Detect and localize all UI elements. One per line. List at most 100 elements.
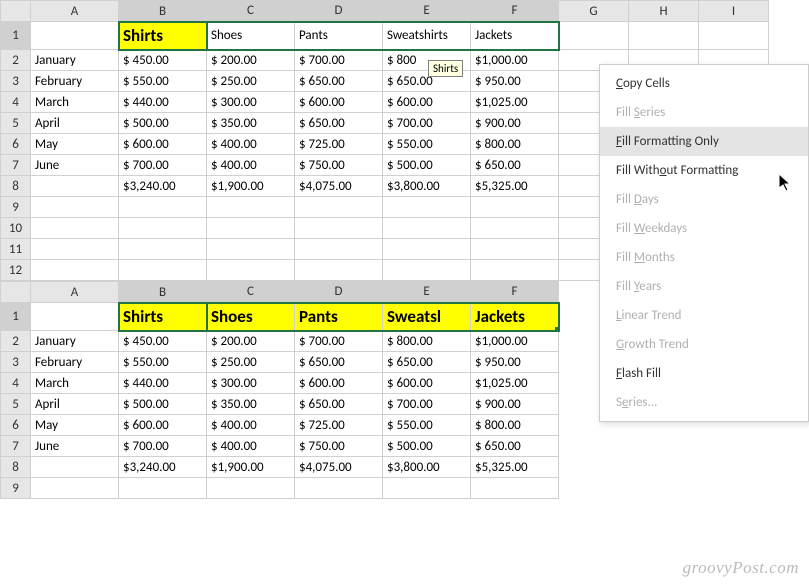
cell[interactable]: $ 550.00 [383,134,471,155]
row-header-9[interactable]: 9 [1,197,31,218]
select-all-corner[interactable] [1,282,31,303]
cell[interactable]: $ 600.00 [383,373,471,394]
cell[interactable] [31,22,119,50]
fill-handle[interactable] [555,327,559,331]
cell-month[interactable]: April [31,113,119,134]
cell-header-jackets[interactable]: Jackets [471,303,559,331]
cell[interactable]: $ 650.00 [295,394,383,415]
cell[interactable]: $ 400.00 [207,415,295,436]
cell[interactable] [471,239,559,260]
row-header-12[interactable]: 12 [1,260,31,281]
bottom-grid[interactable]: A B C D E F 1 Shirts Shoes Pants Sweatsl… [0,281,560,499]
cell[interactable]: $1,000.00 [471,50,559,71]
row-header-4[interactable]: 4 [1,92,31,113]
cell[interactable] [207,218,295,239]
cell-header-shirts[interactable]: Shirts [119,303,207,331]
cell[interactable]: $ 800.00 [471,134,559,155]
cell[interactable]: $ 250.00 [207,352,295,373]
cell[interactable]: $ 500.00 [383,155,471,176]
cell-month[interactable]: May [31,415,119,436]
cell-month[interactable]: June [31,436,119,457]
cell[interactable] [383,239,471,260]
row-header-8[interactable]: 8 [1,176,31,197]
row-header-1[interactable]: 1 [1,22,31,50]
cell-month[interactable] [31,457,119,478]
cell[interactable]: $ 300.00 [207,92,295,113]
cell[interactable]: $ 550.00 [119,71,207,92]
cell[interactable]: $ 725.00 [295,134,383,155]
cell[interactable] [31,197,119,218]
cell[interactable]: $ 650.00 [295,352,383,373]
row-header-9[interactable]: 9 [1,478,31,499]
cell[interactable]: $ 200.00 [207,50,295,71]
cell[interactable] [471,260,559,281]
cell[interactable] [207,239,295,260]
row-header-1[interactable]: 1 [1,303,31,331]
col-header-C[interactable]: C [207,1,295,22]
cell[interactable]: $ 700.00 [295,50,383,71]
cell-header-shoes[interactable]: Shoes [207,22,295,50]
cell[interactable]: $ 725.00 [295,415,383,436]
cell[interactable] [31,478,119,499]
col-header-I[interactable]: I [699,1,769,22]
cell[interactable] [295,218,383,239]
col-header-E[interactable]: E [383,282,471,303]
col-header-D[interactable]: D [295,282,383,303]
cell[interactable]: $3,800.00 [383,457,471,478]
cell[interactable]: $ 450.00 [119,331,207,352]
cell[interactable]: $1,025.00 [471,373,559,394]
cell[interactable]: $ 700.00 [119,155,207,176]
col-header-B[interactable]: B [119,1,207,22]
cell[interactable]: $4,075.00 [295,176,383,197]
cell[interactable]: $3,240.00 [119,176,207,197]
cell[interactable] [471,197,559,218]
cell[interactable] [207,260,295,281]
col-header-D[interactable]: D [295,1,383,22]
menu-item-fill-formatting-only[interactable]: Fill Formatting Only [600,127,808,156]
cell[interactable]: $ 700.00 [383,113,471,134]
cell[interactable] [295,239,383,260]
cell[interactable] [31,239,119,260]
cell-month[interactable] [31,176,119,197]
row-header-7[interactable]: 7 [1,155,31,176]
row-header-3[interactable]: 3 [1,71,31,92]
cell[interactable]: $ 250.00 [207,71,295,92]
row-header-4[interactable]: 4 [1,373,31,394]
cell[interactable]: $ 350.00 [207,113,295,134]
cell[interactable]: $ 550.00 [383,415,471,436]
cell-month[interactable]: June [31,155,119,176]
cell[interactable]: $ 600.00 [119,134,207,155]
cell-header-pants[interactable]: Pants [295,22,383,50]
row-header-6[interactable]: 6 [1,415,31,436]
cell-month[interactable]: March [31,373,119,394]
row-header-5[interactable]: 5 [1,113,31,134]
cell[interactable]: $ 500.00 [383,436,471,457]
col-header-B[interactable]: B [119,282,207,303]
cell[interactable] [559,22,629,50]
cell[interactable] [119,478,207,499]
row-header-8[interactable]: 8 [1,457,31,478]
cell[interactable] [31,218,119,239]
cell[interactable]: $ 650.00 [471,436,559,457]
cell[interactable]: $ 700.00 [383,394,471,415]
cell[interactable]: $ 650.00 [471,155,559,176]
cell-month[interactable]: April [31,394,119,415]
col-header-A[interactable]: A [31,282,119,303]
cell[interactable]: $ 750.00 [295,155,383,176]
cell[interactable]: $ 750.00 [295,436,383,457]
cell[interactable]: $1,900.00 [207,457,295,478]
cell[interactable]: $4,075.00 [295,457,383,478]
select-all-corner[interactable] [1,1,31,22]
cell[interactable]: $ 650.00 [383,352,471,373]
cell[interactable] [207,478,295,499]
cell[interactable] [295,197,383,218]
cell[interactable]: $ 400.00 [207,134,295,155]
col-header-C[interactable]: C [207,282,295,303]
row-header-6[interactable]: 6 [1,134,31,155]
cell[interactable] [383,218,471,239]
cell[interactable] [295,478,383,499]
col-header-F[interactable]: F [471,282,559,303]
cell[interactable]: $ 700.00 [295,331,383,352]
cell[interactable]: $1,025.00 [471,92,559,113]
cell-header-shirts[interactable]: Shirts [119,22,207,50]
